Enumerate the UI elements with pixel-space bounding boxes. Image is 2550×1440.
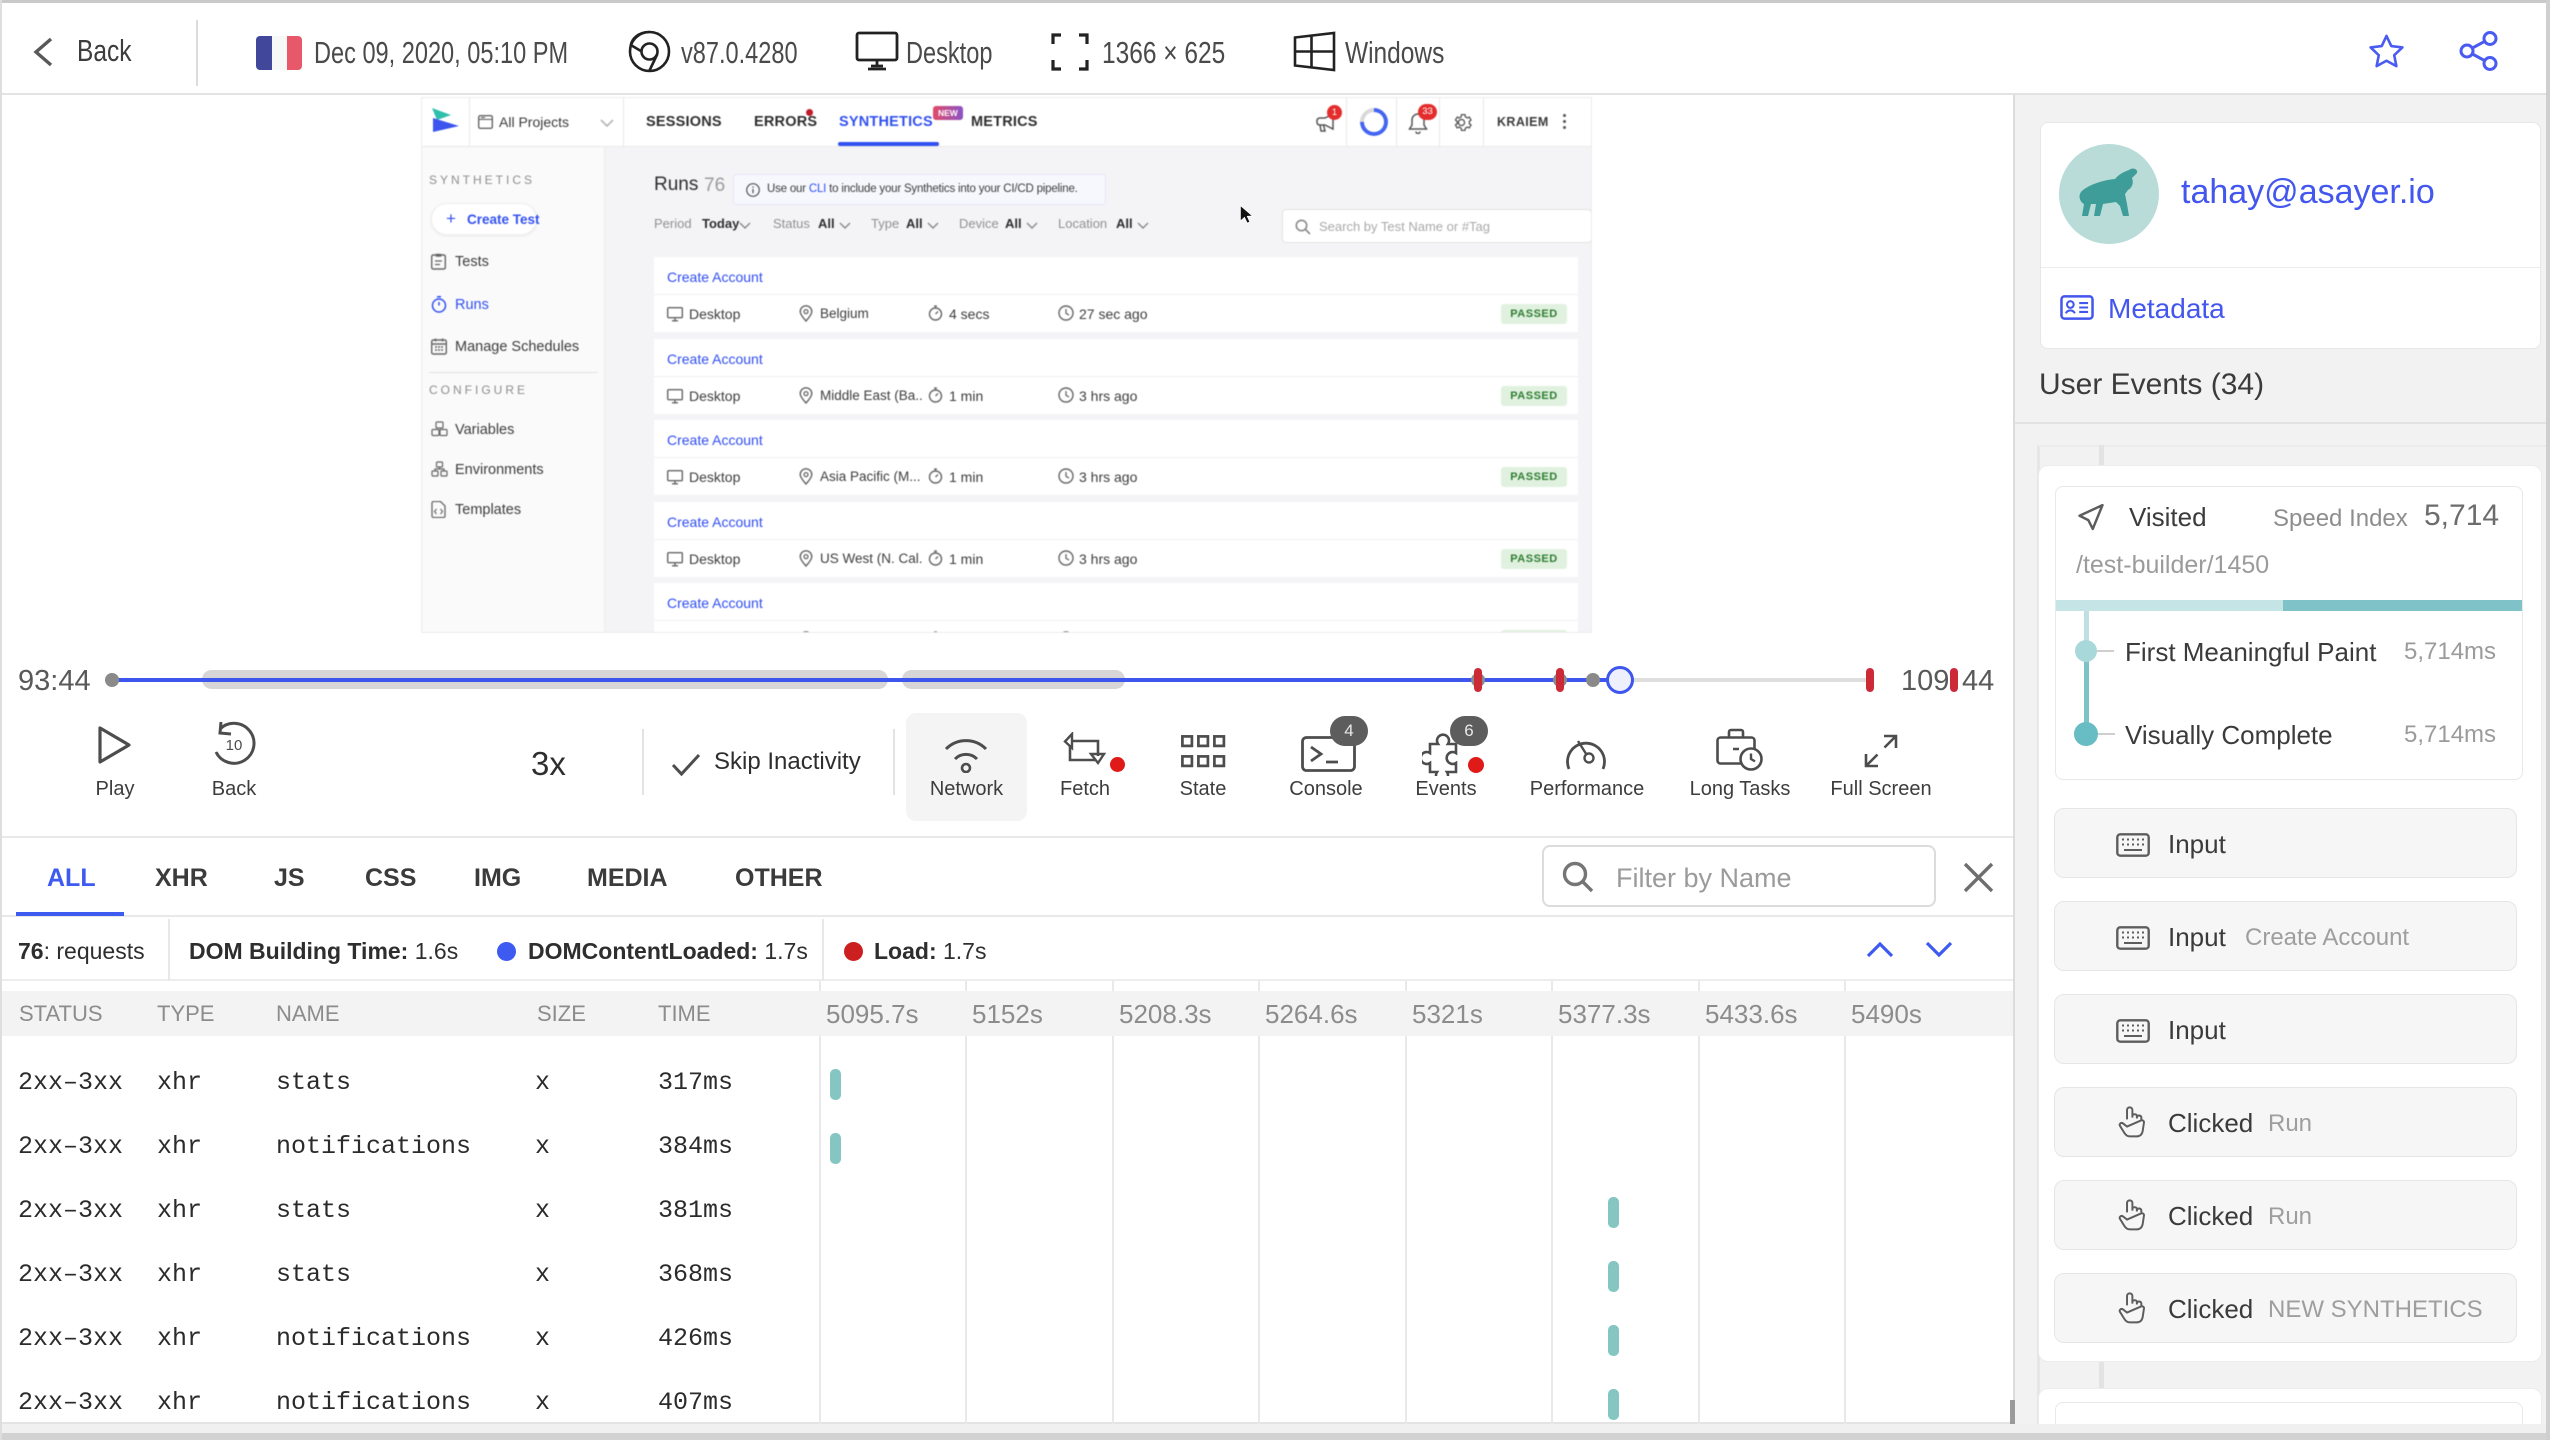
svg-text:10: 10 [226,737,243,754]
